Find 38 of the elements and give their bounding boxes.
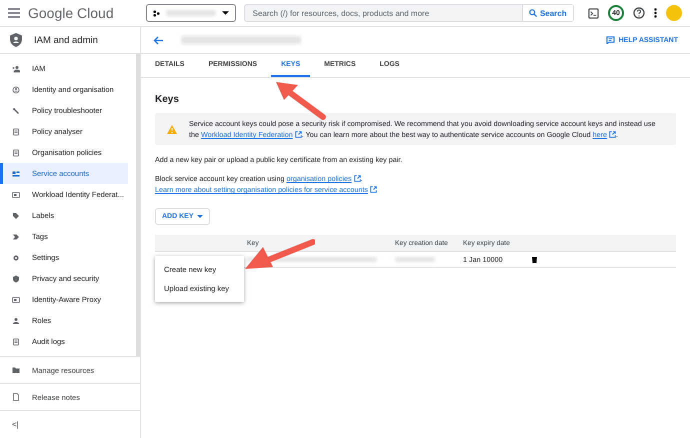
section-title: Keys: [155, 94, 180, 105]
hierarchy-icon: [152, 10, 160, 16]
shield-icon: [10, 33, 22, 47]
doc-icon: [12, 148, 20, 156]
warning-icon: [167, 124, 177, 134]
more-icon[interactable]: [654, 8, 657, 18]
person-add-icon: [12, 64, 20, 72]
help-icon[interactable]: [633, 7, 645, 19]
back-arrow-icon[interactable]: [153, 36, 163, 44]
delete-icon[interactable]: [531, 254, 538, 262]
dropdown-icon: [222, 11, 229, 15]
shield-icon: [12, 274, 20, 282]
document-icon: [12, 393, 20, 401]
tag-icon: [12, 212, 20, 220]
blurred-creation-date: [395, 257, 435, 262]
caret-icon: [196, 215, 203, 218]
person-icon: [12, 316, 20, 324]
chat-icon: [606, 36, 615, 44]
project-picker[interactable]: [146, 4, 236, 22]
card-icon: [12, 190, 20, 198]
external-link-icon: [294, 131, 302, 138]
doc-icon: [12, 128, 20, 136]
chevron-icon: [12, 232, 20, 240]
terminal-icon[interactable]: [588, 8, 599, 18]
external-link-icon: [370, 186, 377, 193]
search-icon: [528, 9, 537, 17]
product-title: IAM and admin: [34, 34, 98, 46]
external-link-icon: [609, 131, 616, 138]
blurred-project-name: [166, 10, 216, 16]
search-button[interactable]: Search: [522, 5, 573, 21]
doc-icon: [12, 338, 20, 346]
collapse-button[interactable]: <|: [12, 420, 19, 429]
card-icon: [12, 296, 20, 304]
logo[interactable]: Google Cloud: [28, 5, 114, 21]
folder-icon: [12, 366, 20, 374]
search-field[interactable]: Search (/) for resources, docs, products and more Search: [244, 4, 574, 22]
menu-icon[interactable]: [8, 8, 20, 18]
external-link-icon: [354, 175, 361, 182]
